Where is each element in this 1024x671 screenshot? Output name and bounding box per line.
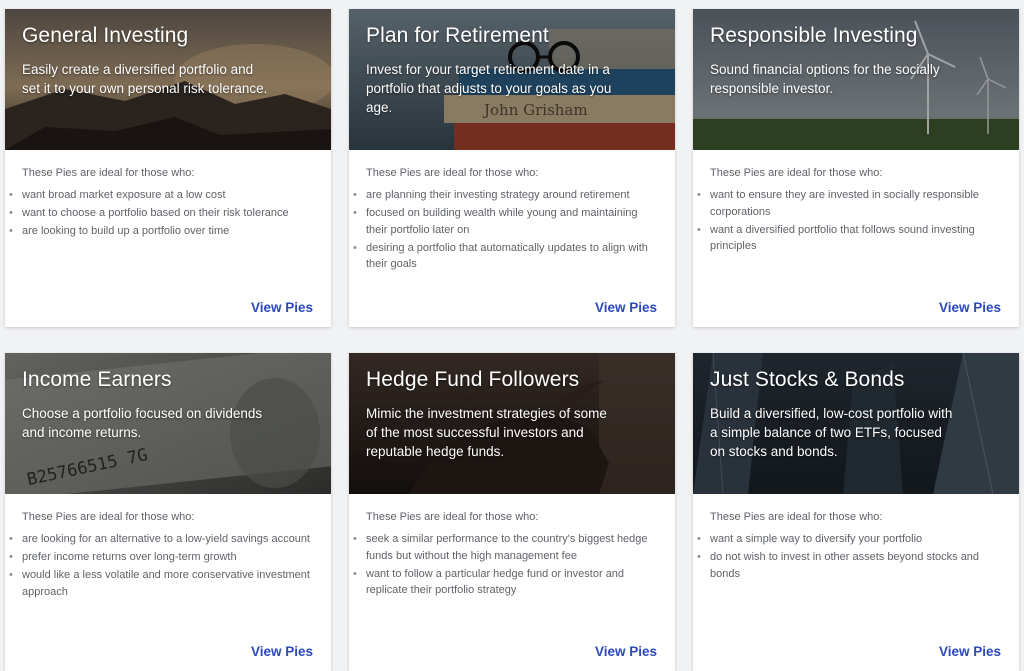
list-item: want broad market exposure at a low cost — [9, 187, 317, 204]
ideal-for-list: want broad market exposure at a low cost… — [9, 187, 317, 241]
card-description: Mimic the investment strategies of some … — [366, 406, 607, 459]
card-hero-image: Just Stocks & Bonds Build a diversified,… — [693, 353, 1019, 494]
card-title: Hedge Fund Followers — [366, 368, 580, 391]
pie-category-card-responsible-investing: Responsible Investing Sound financial op… — [693, 9, 1019, 327]
list-item: seek a similar performance to the countr… — [353, 531, 661, 564]
list-item: are looking to build up a portfolio over… — [9, 223, 317, 240]
card-title: Income Earners — [22, 368, 172, 391]
list-item: would like a less volatile and more cons… — [9, 567, 317, 600]
card-title: General Investing — [22, 24, 189, 47]
pie-category-card-plan-for-retirement: John Grisham Plan for Retirement Invest … — [349, 9, 675, 327]
card-title: Plan for Retirement — [366, 24, 549, 47]
list-item: prefer income returns over long-term gro… — [9, 549, 317, 566]
view-pies-link[interactable]: View Pies — [939, 300, 1001, 315]
ideal-for-list: seek a similar performance to the countr… — [353, 531, 661, 600]
ideal-for-label: These Pies are ideal for those who: — [710, 511, 883, 523]
card-description: Build a diversified, low-cost portfolio … — [710, 406, 953, 459]
list-item: want a simple way to diversify your port… — [697, 531, 1005, 548]
list-item: desiring a portfolio that automatically … — [353, 240, 661, 273]
pie-category-card-just-stocks-and-bonds: Just Stocks & Bonds Build a diversified,… — [693, 353, 1019, 671]
card-hero-image: John Grisham Plan for Retirement Invest … — [349, 9, 675, 150]
pie-category-card-hedge-fund-followers: Hedge Fund Followers Mimic the investmen… — [349, 353, 675, 671]
ideal-for-list: are planning their investing strategy ar… — [353, 187, 661, 274]
list-item: focused on building wealth while young a… — [353, 205, 661, 238]
ideal-for-list: are looking for an alternative to a low-… — [9, 531, 317, 602]
ideal-for-label: These Pies are ideal for those who: — [366, 167, 539, 179]
ideal-for-list: want to ensure they are invested in soci… — [697, 187, 1005, 256]
ideal-for-list: want a simple way to diversify your port… — [697, 531, 1005, 584]
card-hero-image: B25766515 7G Income Earners Choose a por… — [5, 353, 331, 494]
card-description: Invest for your target retirement date i… — [366, 62, 612, 115]
card-title: Responsible Investing — [710, 24, 918, 47]
pie-category-card-income-earners: B25766515 7G Income Earners Choose a por… — [5, 353, 331, 671]
card-hero-image: Hedge Fund Followers Mimic the investmen… — [349, 353, 675, 494]
list-item: want a diversified portfolio that follow… — [697, 222, 1005, 255]
view-pies-link[interactable]: View Pies — [595, 300, 657, 315]
ideal-for-label: These Pies are ideal for those who: — [22, 167, 195, 179]
card-hero-image: General Investing Easily create a divers… — [5, 9, 331, 150]
list-item: want to choose a portfolio based on thei… — [9, 205, 317, 222]
card-description: Easily create a diversified portfolio an… — [22, 62, 268, 96]
card-description: Choose a portfolio focused on dividends … — [22, 406, 263, 440]
ideal-for-label: These Pies are ideal for those who: — [22, 511, 195, 523]
list-item: are looking for an alternative to a low-… — [9, 531, 317, 548]
card-description: Sound financial options for the socially… — [710, 62, 940, 96]
pie-category-card-general-investing: General Investing Easily create a divers… — [5, 9, 331, 327]
list-item: do not wish to invest in other assets be… — [697, 549, 1005, 582]
list-item: want to follow a particular hedge fund o… — [353, 566, 661, 599]
ideal-for-label: These Pies are ideal for those who: — [710, 167, 883, 179]
list-item: want to ensure they are invested in soci… — [697, 187, 1005, 220]
view-pies-link[interactable]: View Pies — [251, 300, 313, 315]
list-item: are planning their investing strategy ar… — [353, 187, 661, 204]
view-pies-link[interactable]: View Pies — [939, 644, 1001, 659]
card-hero-image: Responsible Investing Sound financial op… — [693, 9, 1019, 150]
card-title: Just Stocks & Bonds — [710, 368, 905, 391]
ideal-for-label: These Pies are ideal for those who: — [366, 511, 539, 523]
view-pies-link[interactable]: View Pies — [251, 644, 313, 659]
view-pies-link[interactable]: View Pies — [595, 644, 657, 659]
